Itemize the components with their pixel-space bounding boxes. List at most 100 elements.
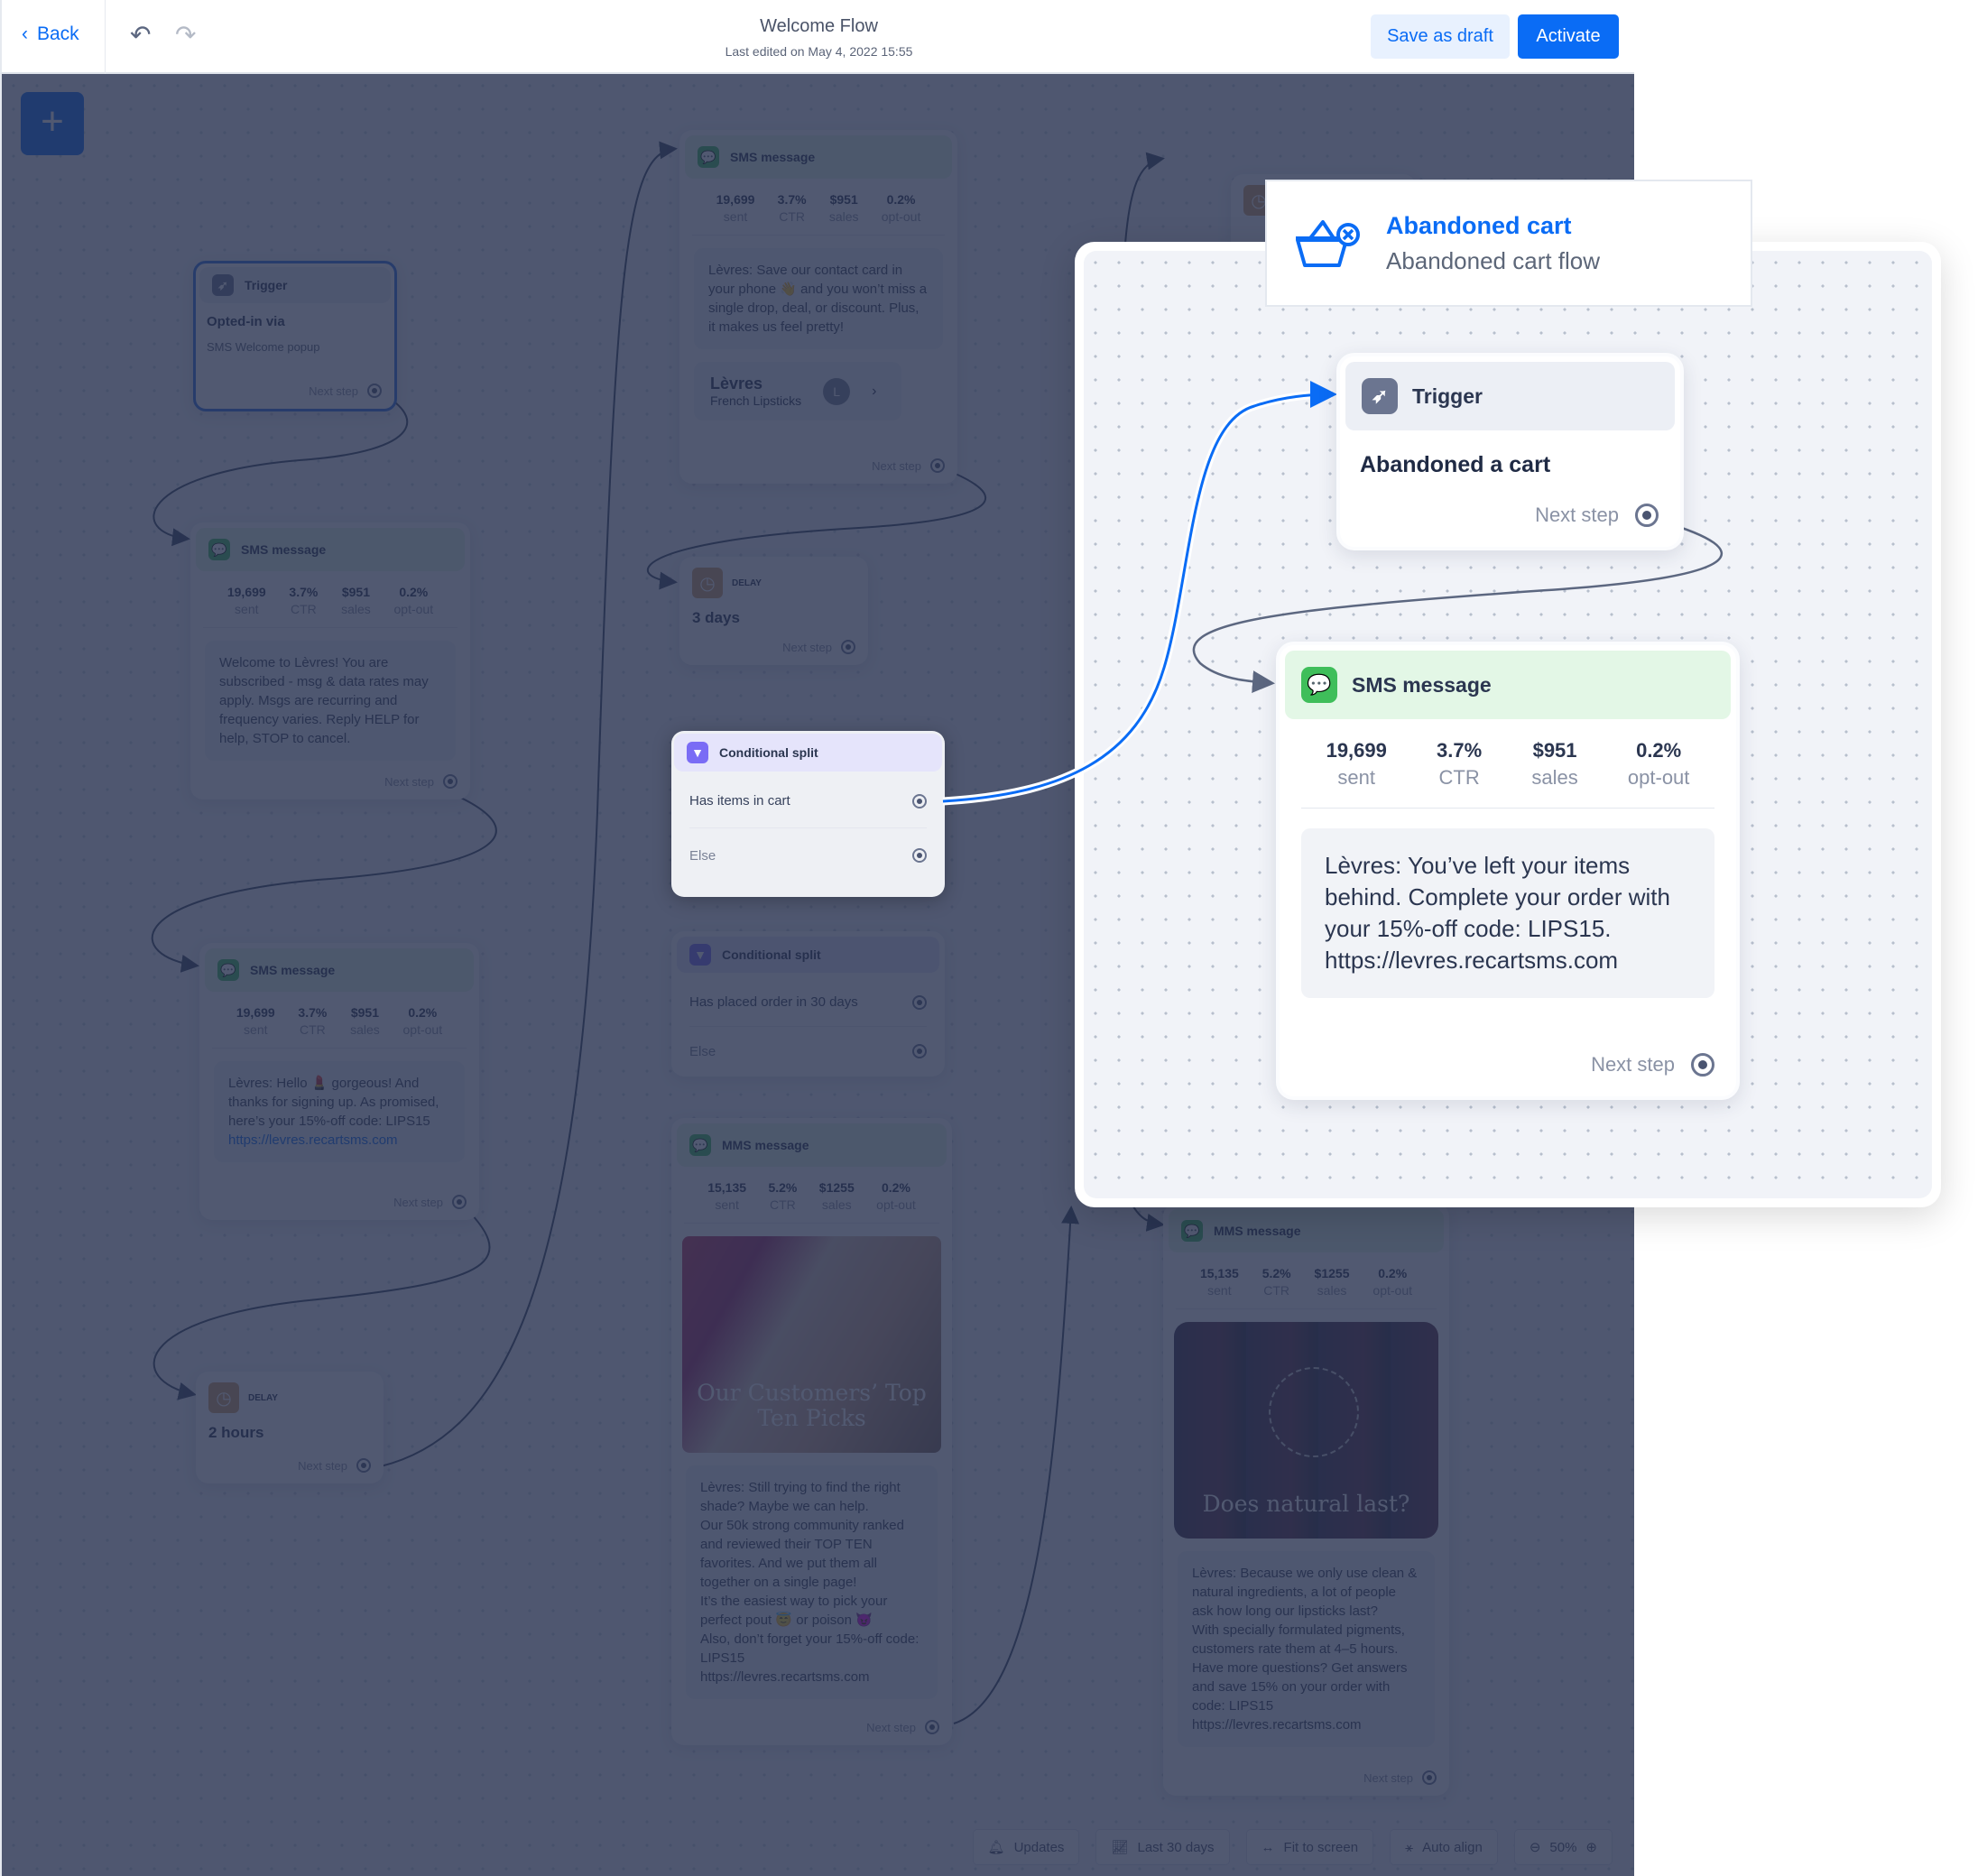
message-body: Lèvres: Hello 💄 gorgeous! And thanks for…	[214, 1061, 465, 1162]
message-body: Welcome to Lèvres! You are subscribed - …	[205, 641, 456, 761]
stat-value: 0.2%	[1378, 1266, 1408, 1280]
stat: $1255 sales	[1315, 1265, 1350, 1299]
connector-dot-icon[interactable]	[367, 384, 382, 398]
stat-value: 5.2%	[768, 1180, 798, 1195]
node-title: SMS message	[1352, 672, 1492, 697]
connector-dot-icon[interactable]	[912, 793, 927, 809]
delay-node[interactable]: ◷ DELAY 3 days Next step	[679, 557, 868, 665]
connector-dot-icon[interactable]	[1635, 504, 1659, 527]
save-draft-button[interactable]: Save as draft	[1371, 14, 1510, 59]
stat-label: CTR	[290, 602, 317, 616]
next-step[interactable]: Next step	[384, 774, 457, 789]
avatar: L	[823, 377, 851, 405]
stat: 5.2% CTR	[1262, 1265, 1291, 1299]
stat-label: sales	[1317, 1283, 1347, 1298]
message-link[interactable]: https://levres.recartsms.com	[228, 1132, 398, 1148]
conditional-split-node[interactable]: ▼ Conditional split Has placed order in 3…	[671, 931, 945, 1077]
next-step[interactable]: Next step	[1363, 1770, 1437, 1785]
stats-row: 19,699 sent 3.7% CTR $951 sales 0.2% opt-out	[212, 997, 467, 1049]
connector-dot-icon[interactable]	[912, 1044, 927, 1058]
next-step[interactable]: Next step	[872, 458, 945, 473]
stat: 0.2% opt-out	[1372, 1265, 1412, 1299]
stat-label: sent	[1337, 766, 1376, 789]
connector-dot-icon[interactable]	[912, 848, 927, 863]
next-step[interactable]: Next step	[298, 1458, 371, 1473]
connector-dot-icon[interactable]	[925, 1720, 939, 1734]
updates-label: Updates	[1013, 1839, 1065, 1855]
next-step[interactable]: Next step	[393, 1195, 467, 1209]
next-step[interactable]: Next step	[866, 1720, 939, 1734]
mms-node[interactable]: 💬 MMS message 15,135 sent 5.2% CTR $1255 sales…	[1163, 1204, 1449, 1796]
next-step[interactable]: Next step	[1591, 1053, 1714, 1077]
delay-node[interactable]: ◷ DELAY 2 hours Next step	[196, 1372, 384, 1483]
connector-dot-icon[interactable]	[452, 1195, 467, 1209]
trigger-node[interactable]: ➶ Trigger Opted-in via SMS Welcome popup …	[193, 261, 397, 411]
branch-row[interactable]: Has items in cart	[689, 774, 927, 828]
stat-label: opt-out	[881, 209, 921, 224]
flow-type: Abandoned cart flow	[1386, 246, 1601, 274]
canvas-toolbar: 🔔︎ Updates 📈︎ Last 30 days ↔ Fit to screen …	[972, 1829, 1613, 1865]
stat: 19,699 sent	[236, 1004, 275, 1039]
sms-node[interactable]: 💬 SMS message 19,699 sent 3.7% CTR $951 sales 0…	[199, 943, 479, 1220]
activate-button[interactable]: Activate	[1518, 14, 1619, 59]
add-step-button[interactable]: +	[21, 92, 84, 155]
sms-node[interactable]: 💬 SMS message 19,699 sent 3.7% CTR $951 sales 0…	[679, 130, 957, 484]
stat: 3.7% CTR	[778, 191, 807, 226]
connector-dot-icon[interactable]	[1422, 1770, 1437, 1785]
stat: $951 sales	[1531, 737, 1577, 791]
zoom-in-icon[interactable]: ⊕	[1585, 1839, 1597, 1855]
next-step[interactable]: Next step	[309, 384, 382, 398]
mms-image: Does natural last?	[1174, 1322, 1438, 1539]
stat-label: sent	[1207, 1283, 1232, 1298]
contact-name: Lèvres	[710, 374, 763, 393]
next-step[interactable]: Next step	[782, 640, 855, 654]
connector-dot-icon[interactable]	[1691, 1053, 1714, 1077]
stats-row: 15,135 sent 5.2% CTR $1255 sales 0.2% opt-out	[684, 1172, 939, 1224]
stat: 0.2% opt-out	[876, 1179, 916, 1214]
image-caption: Our Customers’ Top Ten Picks	[697, 1380, 927, 1431]
trigger-node-preview[interactable]: ➶ Trigger Abandoned a cart Next step	[1336, 353, 1684, 550]
stat-value: 0.2%	[881, 1180, 910, 1195]
stat-label: CTR	[1263, 1283, 1290, 1298]
stat: 3.7% CTR	[1437, 737, 1482, 791]
mms-node[interactable]: 💬 MMS message 15,135 sent 5.2% CTR $1255 sales…	[671, 1118, 952, 1745]
stat-value: 0.2%	[408, 1005, 438, 1020]
branch-row[interactable]: Else	[689, 828, 927, 883]
sms-node[interactable]: 💬 SMS message 19,699 sent 3.7% CTR $951 sales 0…	[190, 522, 470, 799]
sms-node-preview[interactable]: 💬 SMS message 19,699 sent 3.7% CTR $951 sales 0…	[1276, 642, 1740, 1100]
trigger-heading: Opted-in via	[207, 314, 285, 329]
connector-dot-icon[interactable]	[356, 1458, 371, 1473]
stat: 15,135 sent	[1200, 1265, 1239, 1299]
stat-value: 15,135	[707, 1180, 747, 1195]
auto-align-button[interactable]: ⚹ Auto align	[1390, 1829, 1498, 1865]
fit-to-screen-button[interactable]: ↔ Fit to screen	[1245, 1829, 1374, 1865]
date-range-button[interactable]: 📈︎ Last 30 days	[1095, 1829, 1230, 1865]
branch-row[interactable]: Else	[689, 1027, 927, 1076]
connector-dot-icon[interactable]	[443, 774, 457, 789]
edge	[1124, 152, 1165, 245]
branch-row[interactable]: Has placed order in 30 days	[689, 978, 927, 1027]
stat: 0.2% opt-out	[394, 584, 434, 618]
zoom-level: 50%	[1549, 1839, 1577, 1855]
conditional-split-node-highlighted[interactable]: ▼ Conditional split Has items in cart Els…	[671, 731, 945, 897]
arrows-horizontal-icon: ↔	[1261, 1839, 1275, 1855]
stats-row: 19,699 sent 3.7% CTR $951 sales 0.2% opt-out	[1301, 725, 1714, 809]
chevron-right-icon: ›	[872, 383, 877, 399]
zoom-out-icon[interactable]: ⊖	[1530, 1839, 1541, 1855]
stat: $951 sales	[341, 584, 371, 618]
stat-value: $1255	[818, 1180, 855, 1195]
next-step-label: Next step	[1591, 1053, 1675, 1076]
next-step[interactable]: Next step	[1535, 504, 1659, 527]
next-step-label: Next step	[1363, 1770, 1413, 1785]
stat-value: 19,699	[226, 585, 266, 599]
stats-row: 15,135 sent 5.2% CTR $1255 sales 0.2% opt-out	[1176, 1258, 1437, 1309]
connector-dot-icon[interactable]	[841, 640, 855, 654]
updates-button[interactable]: 🔔︎ Updates	[972, 1829, 1080, 1865]
divider	[105, 0, 106, 74]
message-body: Lèvres: Save our contact card in your ph…	[694, 248, 943, 349]
trigger-heading: Abandoned a cart	[1360, 452, 1551, 477]
node-title: Conditional split	[719, 745, 818, 760]
connector-dot-icon[interactable]	[930, 458, 945, 473]
connector-dot-icon[interactable]	[912, 994, 927, 1010]
edge	[152, 390, 409, 547]
